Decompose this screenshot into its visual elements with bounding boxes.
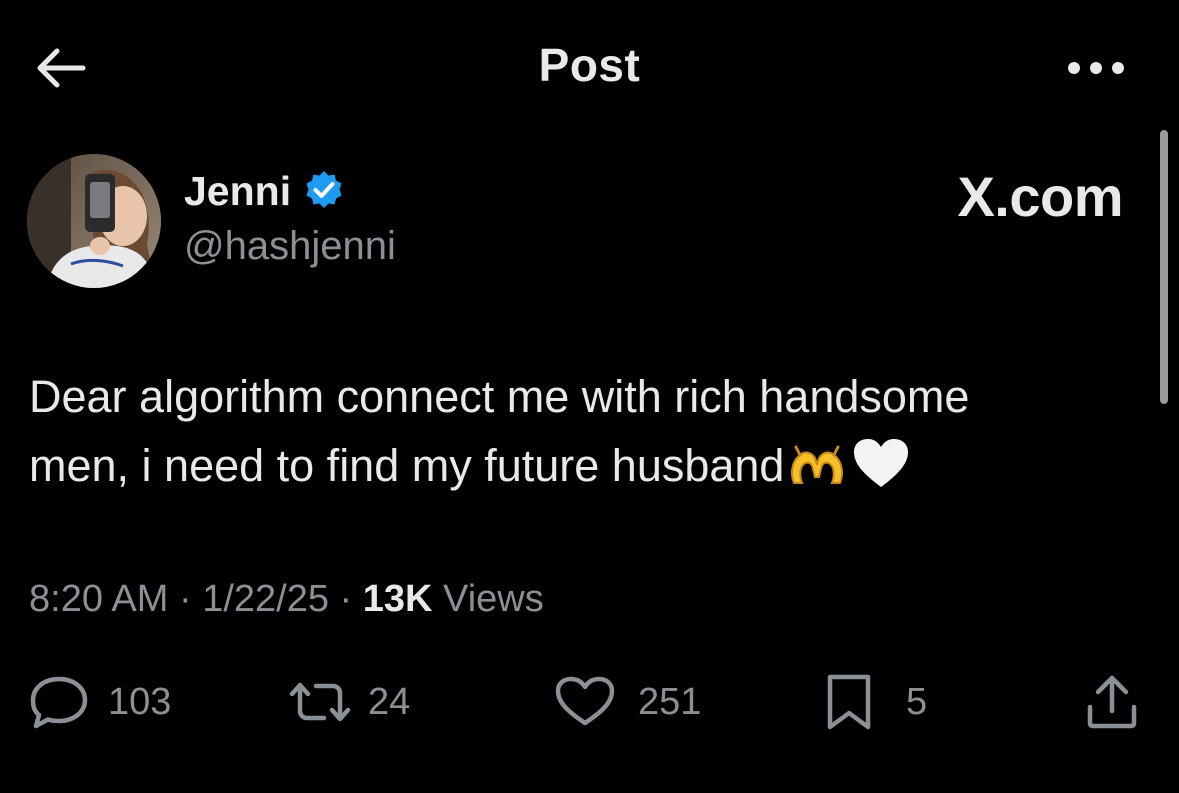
reply-button[interactable]: 103: [28, 670, 171, 734]
avatar-image: [27, 154, 161, 288]
verified-badge-icon: [303, 169, 345, 211]
avatar[interactable]: [27, 154, 161, 288]
repost-count: 24: [368, 680, 411, 723]
meta-separator: ·: [168, 578, 203, 620]
page-title: Post: [538, 39, 641, 91]
reply-count: 103: [108, 680, 172, 723]
share-button[interactable]: [1084, 670, 1140, 734]
repost-icon: [286, 677, 354, 727]
views-count[interactable]: 13K: [363, 578, 433, 620]
bookmark-count: 5: [906, 680, 928, 723]
views-label: Views: [432, 578, 544, 620]
heart-hands-emoji-icon: [788, 437, 846, 506]
tweet-line-2-wrap: men, i need to find my future husband: [29, 431, 1139, 508]
author-handle[interactable]: @hashjenni: [184, 224, 396, 269]
ellipsis-icon: [1066, 61, 1126, 75]
bookmark-icon: [824, 673, 874, 731]
tweet-line-2: men, i need to find my future husband: [29, 440, 785, 491]
share-icon: [1084, 673, 1140, 731]
repost-button[interactable]: 24: [286, 670, 410, 734]
tweet-time: 8:20 AM: [29, 578, 169, 620]
author-name[interactable]: Jenni: [184, 168, 291, 215]
like-count: 251: [638, 680, 702, 723]
more-options-button[interactable]: [1060, 46, 1132, 90]
heart-outline-icon: [554, 676, 616, 728]
reply-icon: [28, 675, 90, 729]
tweet-meta: 8:20 AM · 1/22/25 · 13K Views: [29, 578, 544, 621]
brand-watermark: X.com: [957, 165, 1123, 228]
scrollbar[interactable]: [1160, 130, 1168, 404]
tweet-line-1: Dear algorithm connect me with rich hand…: [29, 371, 970, 422]
tweet-date: 1/22/25: [202, 578, 329, 620]
like-button[interactable]: 251: [554, 670, 701, 734]
white-heart-emoji-icon: [852, 437, 910, 508]
bookmark-button[interactable]: 5: [824, 670, 927, 734]
meta-separator: ·: [329, 578, 363, 620]
tweet-text: Dear algorithm connect me with rich hand…: [29, 362, 1139, 508]
